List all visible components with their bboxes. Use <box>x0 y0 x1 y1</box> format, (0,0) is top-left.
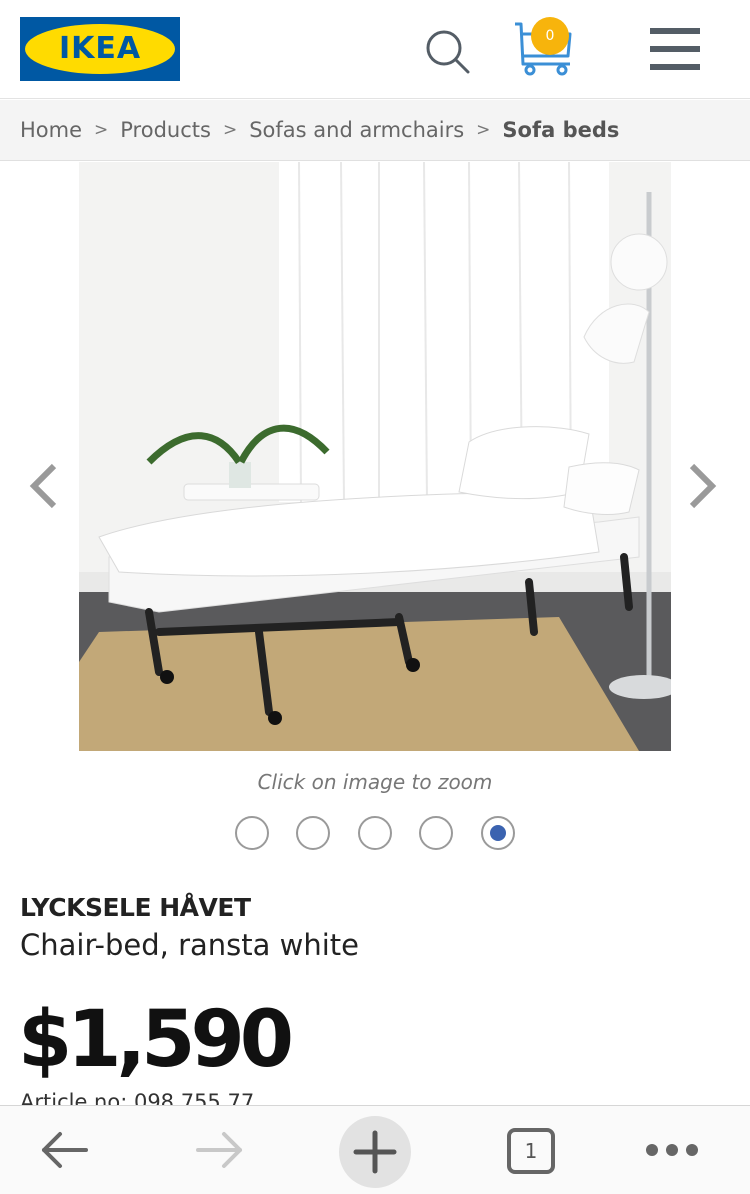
image-dot[interactable] <box>419 816 453 850</box>
tab-count: 1 <box>524 1139 538 1163</box>
product-image[interactable] <box>79 162 671 751</box>
breadcrumb-home[interactable]: Home <box>20 118 82 142</box>
logo-text: IKEA <box>58 31 142 66</box>
breadcrumb-current: Sofa beds <box>502 118 620 142</box>
search-icon[interactable] <box>424 28 470 74</box>
ikea-logo[interactable]: IKEA <box>20 17 180 81</box>
breadcrumb-separator: > <box>94 120 109 140</box>
product-description: Chair-bed, ransta white <box>20 928 359 962</box>
next-image-arrow-icon[interactable] <box>686 462 720 510</box>
breadcrumb-separator: > <box>476 120 491 140</box>
product-price: $1,590 <box>18 995 294 1085</box>
chair-bed-photo[interactable] <box>79 162 671 751</box>
back-arrow-icon[interactable] <box>38 1128 90 1172</box>
more-options-icon[interactable] <box>644 1140 700 1160</box>
breadcrumb-sofas-armchairs[interactable]: Sofas and armchairs <box>249 118 464 142</box>
image-dot[interactable] <box>235 816 269 850</box>
image-dot[interactable] <box>358 816 392 850</box>
hamburger-menu-icon[interactable] <box>650 28 700 70</box>
breadcrumb-products[interactable]: Products <box>120 118 211 142</box>
product-name: LYCKSELE HÅVET <box>20 893 251 922</box>
forward-arrow-icon[interactable] <box>194 1128 246 1172</box>
image-pagination <box>0 816 750 850</box>
zoom-caption: Click on image to zoom <box>257 770 493 794</box>
browser-toolbar: 1 <box>0 1105 750 1194</box>
cart-count-badge[interactable]: 0 <box>531 17 569 55</box>
breadcrumb-separator: > <box>222 120 238 140</box>
site-header: IKEA 0 <box>0 0 750 99</box>
new-tab-plus-icon[interactable] <box>338 1115 412 1189</box>
previous-image-arrow-icon[interactable] <box>26 462 60 510</box>
breadcrumb: Home > Products > Sofas and armchairs > … <box>0 100 750 161</box>
image-dot[interactable] <box>296 816 330 850</box>
image-dot-active[interactable] <box>481 816 515 850</box>
tabs-icon[interactable]: 1 <box>507 1128 555 1174</box>
